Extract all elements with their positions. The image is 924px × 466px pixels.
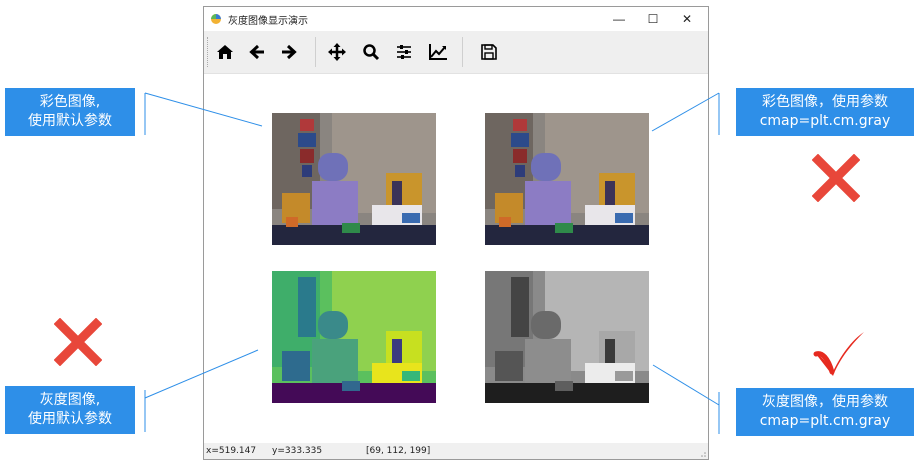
- edit-axes-button[interactable]: [425, 39, 451, 65]
- callout-line-1: 灰度图像,: [39, 392, 101, 408]
- toolbar-grip[interactable]: [207, 37, 210, 67]
- configure-subplots-button[interactable]: [391, 39, 417, 65]
- window-title: 灰度图像显示演示: [228, 15, 308, 27]
- image-gray-default-viridis: [272, 271, 436, 403]
- cross-icon: [812, 154, 860, 202]
- home-icon: [217, 45, 233, 59]
- edit-axes-icon: [429, 44, 447, 60]
- maximize-icon: ☐: [647, 12, 659, 26]
- matplotlib-window: 灰度图像显示演示 — ☐ ✕ x=519.147 y=333.335 [69, …: [203, 6, 709, 460]
- callout-line-2: cmap=plt.cm.gray: [759, 413, 891, 429]
- toolbar-separator: [462, 37, 463, 67]
- check-icon: [813, 332, 864, 376]
- close-button[interactable]: ✕: [670, 7, 704, 31]
- cursor-x-readout: x=519.147: [206, 446, 257, 456]
- minimize-button[interactable]: —: [602, 7, 636, 31]
- callout-line-2: cmap=plt.cm.gray: [759, 113, 891, 129]
- callout-line-2: 使用默认参数: [28, 411, 112, 427]
- image-gray-cmap-gray: [485, 271, 649, 403]
- callout-line-2: 使用默认参数: [28, 113, 112, 129]
- configure-subplots-icon: [397, 45, 411, 59]
- pixel-value-readout: [69, 112, 199]: [366, 446, 431, 456]
- app-icon: [210, 13, 222, 25]
- resize-grip-icon[interactable]: [698, 449, 706, 457]
- zoom-icon: [363, 44, 380, 61]
- toolbar-separator: [315, 37, 316, 67]
- forward-arrow-icon: [282, 44, 297, 60]
- back-button[interactable]: [244, 39, 270, 65]
- maximize-button[interactable]: ☐: [636, 7, 670, 31]
- close-icon: ✕: [681, 12, 693, 26]
- pan-icon: [328, 43, 346, 61]
- zoom-button[interactable]: [358, 39, 384, 65]
- pan-button[interactable]: [324, 39, 350, 65]
- cursor-y-readout: y=333.335: [272, 446, 323, 456]
- minimize-icon: —: [613, 12, 625, 26]
- save-button[interactable]: [476, 39, 502, 65]
- title-bar: 灰度图像显示演示 — ☐ ✕: [204, 7, 708, 31]
- callout-color-default: 彩色图像, 使用默认参数: [5, 88, 135, 136]
- image-color-cmap-gray: [485, 113, 649, 245]
- save-icon: [481, 44, 497, 60]
- back-arrow-icon: [249, 44, 264, 60]
- figure-canvas[interactable]: [204, 74, 708, 444]
- callout-gray-cmap-gray: 灰度图像，使用参数 cmap=plt.cm.gray: [736, 388, 914, 436]
- cross-icon: [54, 318, 102, 366]
- navigation-toolbar: [204, 31, 708, 74]
- forward-button[interactable]: [276, 39, 302, 65]
- callout-line-1: 彩色图像，使用参数: [762, 94, 888, 110]
- callout-gray-default: 灰度图像, 使用默认参数: [5, 386, 135, 434]
- home-button[interactable]: [212, 39, 238, 65]
- status-bar: x=519.147 y=333.335 [69, 112, 199]: [204, 443, 708, 459]
- callout-color-cmap-gray: 彩色图像，使用参数 cmap=plt.cm.gray: [736, 88, 914, 136]
- image-color-default: [272, 113, 436, 245]
- callout-line-1: 彩色图像,: [39, 94, 101, 110]
- callout-line-1: 灰度图像，使用参数: [762, 394, 888, 410]
